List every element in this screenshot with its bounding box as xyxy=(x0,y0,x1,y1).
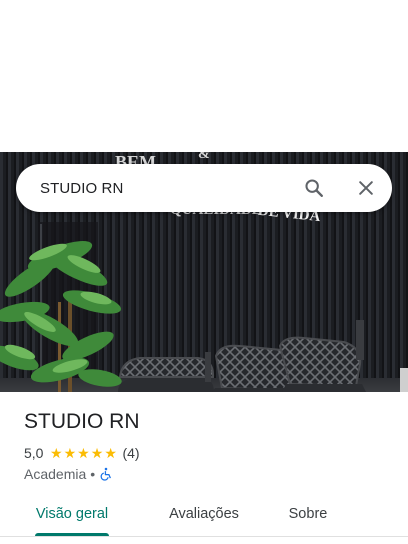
star-icon: ★ xyxy=(90,445,104,461)
star-icon: ★ xyxy=(104,445,117,461)
star-icon: ★ xyxy=(63,445,77,461)
tab-label: Sobre xyxy=(288,506,328,522)
search-icon[interactable] xyxy=(302,176,326,200)
place-tabs: Visão geral Avaliações Sobre xyxy=(0,492,408,536)
category-row: Academia • xyxy=(24,464,113,484)
svg-text:&: & xyxy=(198,152,210,162)
star-icon: ★ xyxy=(77,445,90,461)
place-title: STUDIO RN xyxy=(24,410,140,433)
place-page: BEM & DE VIDA QUALIDADE xyxy=(0,0,408,544)
rating-row[interactable]: 5,0 ★ ★ ★ ★ ★ (4) xyxy=(24,443,140,463)
tab-reviews[interactable]: Avaliações xyxy=(168,492,240,536)
tab-label: Visão geral xyxy=(35,506,109,522)
search-bar[interactable]: STUDIO RN xyxy=(16,164,392,212)
tab-about[interactable]: Sobre xyxy=(288,492,328,536)
search-input[interactable]: STUDIO RN xyxy=(40,180,302,197)
tab-overview[interactable]: Visão geral xyxy=(35,492,109,536)
review-count[interactable]: (4) xyxy=(122,445,139,461)
close-icon[interactable] xyxy=(354,176,378,200)
tab-label: Avaliações xyxy=(169,506,239,522)
star-rating: ★ ★ ★ ★ ★ xyxy=(49,446,117,460)
place-category: Academia xyxy=(24,466,87,482)
wheelchair-icon xyxy=(99,467,113,481)
star-icon: ★ xyxy=(49,445,63,461)
tab-divider xyxy=(0,536,408,537)
separator-dot: • xyxy=(90,466,96,482)
rating-value: 5,0 xyxy=(24,445,44,461)
